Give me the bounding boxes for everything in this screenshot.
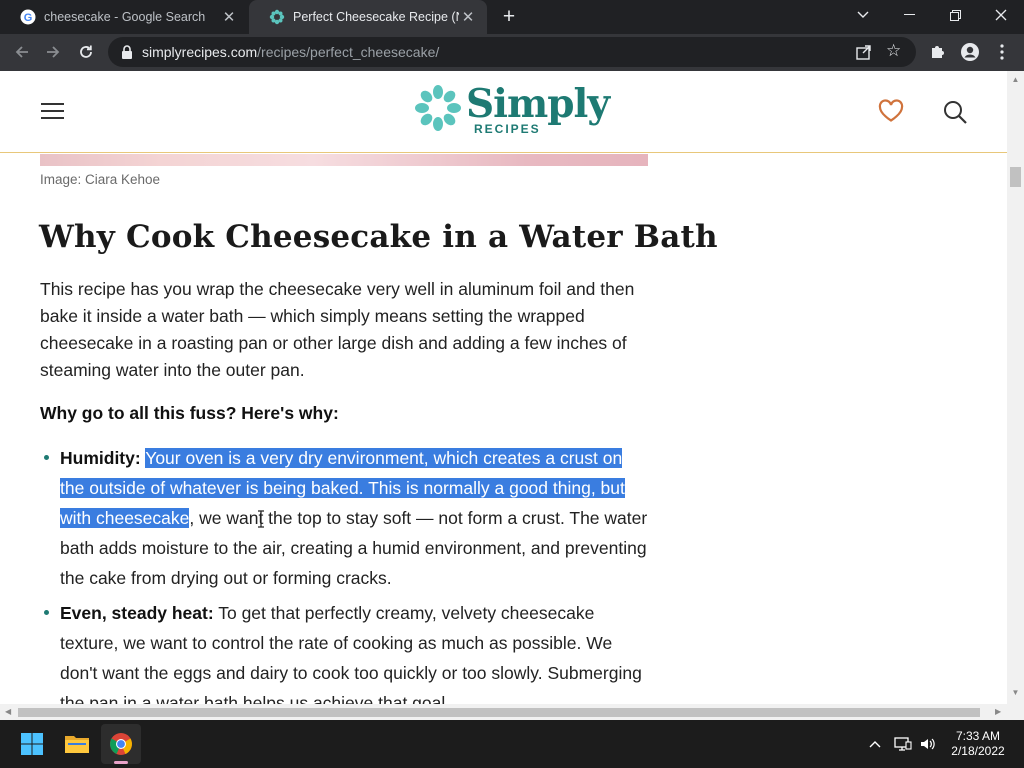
close-window-button[interactable] — [978, 0, 1024, 30]
tab-title: cheesecake - Google Search — [44, 10, 206, 24]
back-button[interactable] — [8, 38, 36, 66]
profile-avatar-icon[interactable] — [956, 38, 984, 66]
forward-button[interactable] — [39, 38, 67, 66]
clock-date: 2/18/2022 — [951, 744, 1005, 758]
close-tab-icon[interactable]: ✕ — [220, 8, 238, 26]
chrome-taskbar-button[interactable] — [101, 724, 141, 764]
scroll-down-arrow-icon[interactable]: ▼ — [1011, 688, 1020, 697]
logo-wordmark: Simply — [466, 81, 610, 127]
address-bar[interactable]: simplyrecipes.com/recipes/perfect_cheese… — [108, 37, 916, 67]
flower-logo-icon — [415, 85, 461, 131]
share-icon[interactable] — [854, 42, 874, 62]
site-header: Simply RECIPES — [0, 71, 1007, 153]
logo-subtitle: RECIPES — [474, 122, 541, 136]
volume-icon[interactable] — [918, 734, 938, 754]
search-icon[interactable] — [942, 99, 968, 125]
more-menu-icon[interactable] — [988, 38, 1016, 66]
tab-google-search[interactable]: G cheesecake - Google Search ✕ — [0, 0, 248, 34]
file-explorer-button[interactable] — [57, 724, 97, 764]
clock-time: 7:33 AM — [955, 729, 1001, 743]
site-logo[interactable]: Simply RECIPES — [414, 81, 610, 137]
tab-search-chevron-icon[interactable] — [840, 0, 886, 30]
tab-perfect-cheesecake[interactable]: Perfect Cheesecake Recipe (New ✕ — [249, 0, 487, 34]
windows-logo-icon — [21, 733, 43, 755]
windows-taskbar: 7:33 AM 2/18/2022 — [0, 720, 1024, 768]
image-caption: Image: Ciara Kehoe — [40, 172, 161, 187]
active-app-indicator — [114, 761, 128, 764]
bullet-dot — [44, 610, 49, 615]
hamburger-menu-icon[interactable] — [41, 101, 65, 121]
browser-toolbar: simplyrecipes.com/recipes/perfect_cheese… — [0, 34, 1024, 71]
text-cursor-icon — [257, 510, 265, 528]
hero-image-bottom — [40, 154, 648, 166]
scroll-thumb[interactable] — [18, 708, 980, 717]
reasons-list: Humidity: Your oven is a very dry enviro… — [40, 443, 650, 704]
tab-strip: G cheesecake - Google Search ✕ Perfect C… — [0, 0, 1024, 34]
system-clock[interactable]: 7:33 AM 2/18/2022 — [946, 729, 1010, 759]
minimize-button[interactable] — [886, 0, 932, 30]
restore-button[interactable] — [932, 0, 978, 30]
google-icon: G — [20, 9, 36, 25]
intro-paragraph: This recipe has you wrap the cheesecake … — [40, 279, 635, 380]
horizontal-scrollbar[interactable]: ◀ ▶ — [0, 704, 1024, 720]
close-tab-icon[interactable]: ✕ — [459, 8, 477, 26]
list-item: Humidity: Your oven is a very dry enviro… — [40, 443, 650, 593]
reload-button[interactable] — [72, 38, 100, 66]
url-path: /recipes/perfect_cheesecake/ — [257, 44, 440, 60]
lock-icon[interactable] — [120, 44, 134, 60]
url-text[interactable]: simplyrecipes.com/recipes/perfect_cheese… — [142, 44, 439, 60]
list-item-label: Even, steady heat: — [60, 603, 214, 623]
svg-text:G: G — [24, 12, 33, 24]
show-hidden-icons-chevron-icon[interactable] — [866, 734, 884, 754]
list-item-label: Humidity: — [60, 448, 141, 468]
url-domain: simplyrecipes.com — [142, 44, 258, 60]
bullet-dot — [44, 455, 49, 460]
network-icon[interactable] — [893, 734, 913, 754]
vertical-scrollbar[interactable]: ▲ ▼ — [1007, 71, 1024, 704]
web-page: Simply RECIPES Image: Ciara Kehoe Why Co… — [0, 71, 1007, 704]
scroll-left-arrow-icon[interactable]: ◀ — [5, 707, 11, 716]
question-text: Why go to all this fuss? Here's why: — [40, 403, 339, 423]
scroll-up-arrow-icon[interactable]: ▲ — [1011, 75, 1020, 84]
extensions-puzzle-icon[interactable] — [924, 38, 952, 66]
section-heading: Why Cook Cheesecake in a Water Bath — [39, 219, 718, 255]
chrome-icon — [110, 733, 132, 755]
scroll-thumb[interactable] — [1010, 167, 1021, 187]
tab-title: Perfect Cheesecake Recipe (New — [293, 10, 459, 24]
new-tab-button[interactable]: + — [498, 6, 520, 28]
start-button[interactable] — [12, 724, 52, 764]
bookmark-star-icon[interactable]: ☆ — [886, 41, 906, 61]
scroll-right-arrow-icon[interactable]: ▶ — [995, 707, 1001, 716]
folder-icon — [65, 736, 89, 753]
simplyrecipes-icon — [269, 9, 285, 25]
list-item: Even, steady heat: To get that perfectly… — [40, 598, 650, 704]
heart-favorites-icon[interactable] — [878, 99, 904, 123]
